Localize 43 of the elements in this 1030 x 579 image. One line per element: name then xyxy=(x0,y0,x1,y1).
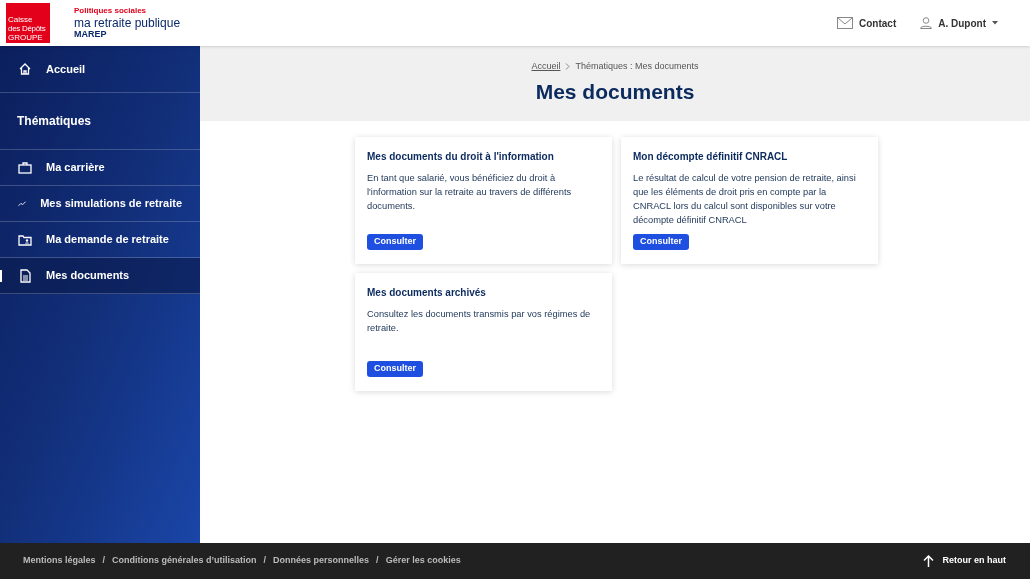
caret-icon xyxy=(992,21,998,25)
footer-link[interactable]: Conditions générales d’utilisation xyxy=(112,554,257,568)
sidebar-item[interactable]: Mes documents xyxy=(0,258,200,294)
chevron-icon xyxy=(565,63,571,71)
card-text: Le résultat de calcul de votre pension de retraite, ainsi que les éléments de droit pris en compte par la CNRACL lors du calcul sont disponibles sur votre décompte définitif CNRACL xyxy=(633,172,857,227)
card-title: Mon décompte définitif CNRACL xyxy=(633,150,789,164)
user-menu[interactable]: A. Dupont xyxy=(920,15,998,31)
sidebar-item[interactable]: Ma demande de retraite xyxy=(0,222,200,258)
arrow-up-icon xyxy=(923,555,935,567)
page-title: Mes documents xyxy=(535,78,695,105)
breadcrumb-current: Thématiques : Mes documents xyxy=(575,60,699,73)
card-title: Mes documents du droit à l'information xyxy=(367,150,555,164)
brand-tagline: Politiques sociales xyxy=(74,7,148,15)
consult-button[interactable]: Consulter xyxy=(633,234,689,250)
contact-link[interactable]: Contact xyxy=(837,15,897,31)
brand-acronym: MAREP xyxy=(74,30,108,39)
sidebar-item[interactable]: Ma carrière xyxy=(0,150,200,186)
card-title: Mes documents archivés xyxy=(367,286,487,300)
logo-text: GROUPE xyxy=(8,33,44,42)
consult-button[interactable]: Consulter xyxy=(367,361,423,377)
logo-text: Caisse xyxy=(8,15,34,24)
brand-name: ma retraite publique xyxy=(74,17,181,29)
footer-link[interactable]: Données personnelles xyxy=(273,554,370,568)
card-text: En tant que salarié, vous bénéficiez du droit à l'information sur la retraite au travers de différents documents. xyxy=(367,172,573,213)
mail-icon xyxy=(837,17,853,29)
separator: / xyxy=(376,554,379,568)
separator: / xyxy=(263,554,267,568)
folder-icon xyxy=(18,232,32,247)
section-title: Thématiques xyxy=(17,113,91,130)
footer-link[interactable]: Mentions légales xyxy=(23,554,96,568)
sidebar-item[interactable]: Mes simulations de retraite xyxy=(0,186,200,222)
card-text: Consultez les documents transmis par vos régimes de retraite. xyxy=(367,308,592,335)
user-icon xyxy=(920,17,933,29)
breadcrumb-link[interactable]: Accueil xyxy=(531,60,561,74)
consult-button[interactable]: Consulter xyxy=(367,234,423,250)
separator: / xyxy=(102,554,106,568)
logo-text: des Dépôts xyxy=(8,24,47,33)
document-icon xyxy=(18,268,32,283)
briefcase-icon xyxy=(18,160,32,175)
logo[interactable]: Caisse des Dépôts GROUPE xyxy=(6,3,50,43)
home-icon xyxy=(18,62,32,76)
back-to-top-link[interactable]: Retour en haut xyxy=(923,554,1007,568)
footer-link[interactable]: Gérer les cookies xyxy=(385,554,461,568)
